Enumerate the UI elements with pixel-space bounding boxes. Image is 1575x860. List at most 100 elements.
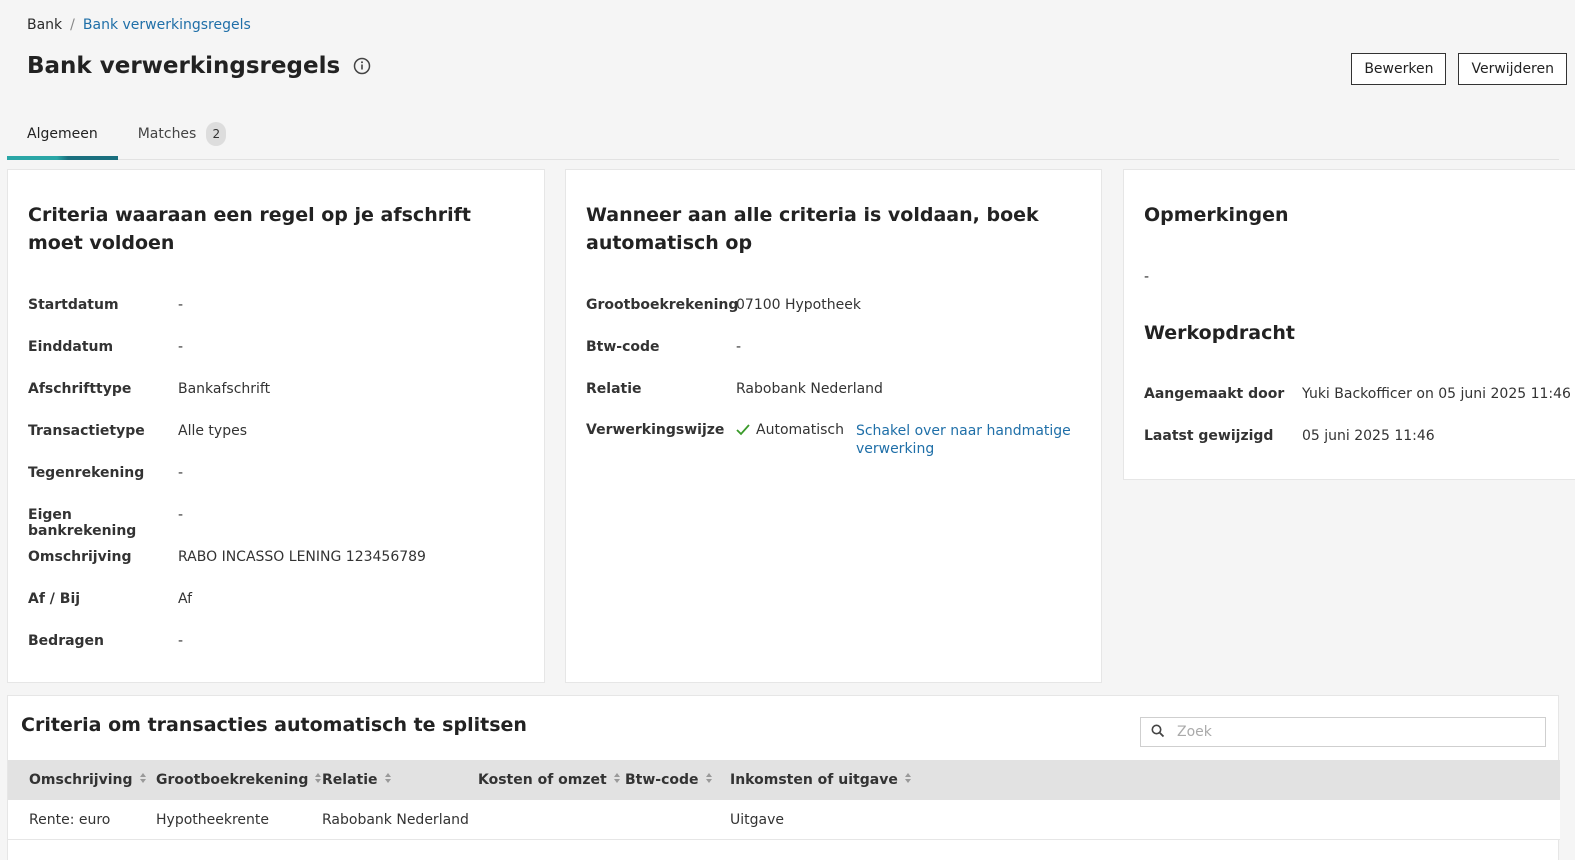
field-einddatum: Einddatum - <box>28 339 183 355</box>
switch-to-manual-link[interactable]: Schakel over naar handmatige verwerking <box>856 422 1076 458</box>
workorder-title: Werkopdracht <box>1144 322 1295 344</box>
page-title: Bank verwerkingsregels <box>27 53 372 79</box>
criteria-card: Criteria waaraan een regel op je afschri… <box>7 169 545 683</box>
cell-omschrijving: Rente: euro <box>29 812 111 828</box>
column-label: Omschrijving <box>29 772 133 788</box>
booking-card: Wanneer aan alle criteria is voldaan, bo… <box>565 169 1102 683</box>
remarks-value: - <box>1144 269 1150 285</box>
field-label: Omschrijving <box>28 549 132 565</box>
field-omschrijving: Omschrijving RABO INCASSO LENING 1234567… <box>28 549 426 565</box>
booking-title: Wanneer aan alle criteria is voldaan, bo… <box>586 204 1039 254</box>
column-label: Relatie <box>322 772 378 788</box>
page-title-text: Bank verwerkingsregels <box>27 53 341 79</box>
table-row[interactable]: Rente: euro Hypotheekrente Rabobank Nede… <box>8 800 1560 840</box>
breadcrumb-item-bank[interactable]: Bank <box>27 17 62 33</box>
field-aangemaakt-door: Aangemaakt door Yuki Backofficer on 05 j… <box>1144 386 1571 402</box>
field-afschrifttype: Afschrifttype Bankafschrift <box>28 381 270 397</box>
split-criteria-section: Criteria om transacties automatisch te s… <box>7 695 1560 860</box>
breadcrumb-separator: / <box>70 17 75 33</box>
field-value: Af <box>178 591 193 607</box>
field-value: - <box>178 507 184 523</box>
field-label: Tegenrekening <box>28 465 145 481</box>
field-value: Rabobank Nederland <box>736 381 883 397</box>
remarks-card: Opmerkingen - Werkopdracht Aangemaakt do… <box>1123 169 1575 480</box>
column-label: Btw-code <box>625 772 699 788</box>
column-label: Grootboekrekening <box>156 772 309 788</box>
cell-inkomsten-of-uitgave: Uitgave <box>730 812 784 828</box>
field-label: Verwerkingswijze <box>586 422 725 438</box>
tab-algemeen[interactable]: Algemeen <box>7 112 118 160</box>
field-startdatum: Startdatum - <box>28 297 183 313</box>
criteria-title: Criteria waaraan een regel op je afschri… <box>28 204 471 254</box>
field-relatie: Relatie Rabobank Nederland <box>586 381 883 397</box>
field-value: Yuki Backofficer on 05 juni 2025 11:46 <box>1302 386 1571 402</box>
field-label: Einddatum <box>28 339 114 355</box>
field-value: Bankafschrift <box>178 381 271 397</box>
tab-bar: Algemeen Matches 2 <box>7 112 1559 160</box>
field-label: Grootboekrekening <box>586 297 739 313</box>
column-omschrijving[interactable]: Omschrijving <box>29 760 147 800</box>
field-grootboekrekening: Grootboekrekening 07100 Hypotheek <box>586 297 861 313</box>
header-actions: Bewerken Verwijderen <box>1351 53 1567 85</box>
column-relatie[interactable]: Relatie <box>322 760 392 800</box>
field-verwerkingswijze: Verwerkingswijze Automatisch Schakel ove… <box>586 422 1076 458</box>
cell-grootboekrekening: Hypotheekrente <box>156 812 269 828</box>
field-label: Laatst gewijzigd <box>1144 428 1274 444</box>
matches-count-badge: 2 <box>206 122 227 146</box>
breadcrumb: Bank / Bank verwerkingsregels <box>27 17 251 33</box>
field-value: - <box>178 633 184 649</box>
field-btw-code: Btw-code - <box>586 339 741 355</box>
sort-icon <box>705 772 713 788</box>
sort-icon <box>904 772 912 788</box>
search-box <box>1140 717 1546 747</box>
field-label: Transactietype <box>28 423 145 439</box>
column-label: Inkomsten of uitgave <box>730 772 898 788</box>
table-header: Omschrijving Grootboekrekening Relatie K… <box>8 760 1560 800</box>
field-label: Aangemaakt door <box>1144 386 1285 402</box>
field-value: - <box>736 339 742 355</box>
field-label: Bedragen <box>28 633 105 649</box>
field-label: Afschrifttype <box>28 381 132 397</box>
field-label: Eigen bankrekening <box>28 507 137 539</box>
search-input[interactable] <box>1177 724 1537 740</box>
edit-button[interactable]: Bewerken <box>1351 53 1447 85</box>
column-inkomsten-of-uitgave[interactable]: Inkomsten of uitgave <box>730 760 912 800</box>
column-kosten-of-omzet[interactable]: Kosten of omzet <box>478 760 621 800</box>
info-icon[interactable] <box>352 56 372 76</box>
field-label: Af / Bij <box>28 591 81 607</box>
processing-mode-value: Automatisch <box>756 422 844 438</box>
remarks-title: Opmerkingen <box>1144 204 1289 226</box>
column-label: Kosten of omzet <box>478 772 607 788</box>
field-value: 05 juni 2025 11:46 <box>1302 428 1435 444</box>
tab-matches[interactable]: Matches 2 <box>118 112 247 156</box>
check-icon <box>736 424 750 440</box>
cell-relatie: Rabobank Nederland <box>322 812 469 828</box>
delete-button[interactable]: Verwijderen <box>1458 53 1567 85</box>
split-title: Criteria om transacties automatisch te s… <box>21 714 527 736</box>
field-value: Automatisch Schakel over naar handmatige… <box>736 422 1076 458</box>
sort-icon <box>384 772 392 788</box>
field-value: - <box>178 339 184 355</box>
tab-label: Algemeen <box>27 126 98 142</box>
field-value: Alle types <box>178 423 247 439</box>
field-label: Startdatum <box>28 297 119 313</box>
sort-icon <box>139 772 147 788</box>
field-value: - <box>178 465 184 481</box>
column-btw-code[interactable]: Btw-code <box>625 760 713 800</box>
column-grootboekrekening[interactable]: Grootboekrekening <box>156 760 322 800</box>
field-laatst-gewijzigd: Laatst gewijzigd 05 juni 2025 11:46 <box>1144 428 1435 444</box>
breadcrumb-item-current[interactable]: Bank verwerkingsregels <box>83 17 251 33</box>
field-label: Btw-code <box>586 339 660 355</box>
field-value: 07100 Hypotheek <box>736 297 861 313</box>
field-bedragen: Bedragen - <box>28 633 183 649</box>
search-icon <box>1151 723 1165 742</box>
field-value: RABO INCASSO LENING 123456789 <box>178 549 426 565</box>
field-af-bij: Af / Bij Af <box>28 591 192 607</box>
field-eigen-bankrekening: Eigen bankrekening - <box>28 507 183 539</box>
field-label: Relatie <box>586 381 642 397</box>
field-transactietype: Transactietype Alle types <box>28 423 247 439</box>
tab-label: Matches <box>137 126 197 142</box>
field-value: - <box>178 297 184 313</box>
sort-icon <box>613 772 621 788</box>
field-tegenrekening: Tegenrekening - <box>28 465 183 481</box>
